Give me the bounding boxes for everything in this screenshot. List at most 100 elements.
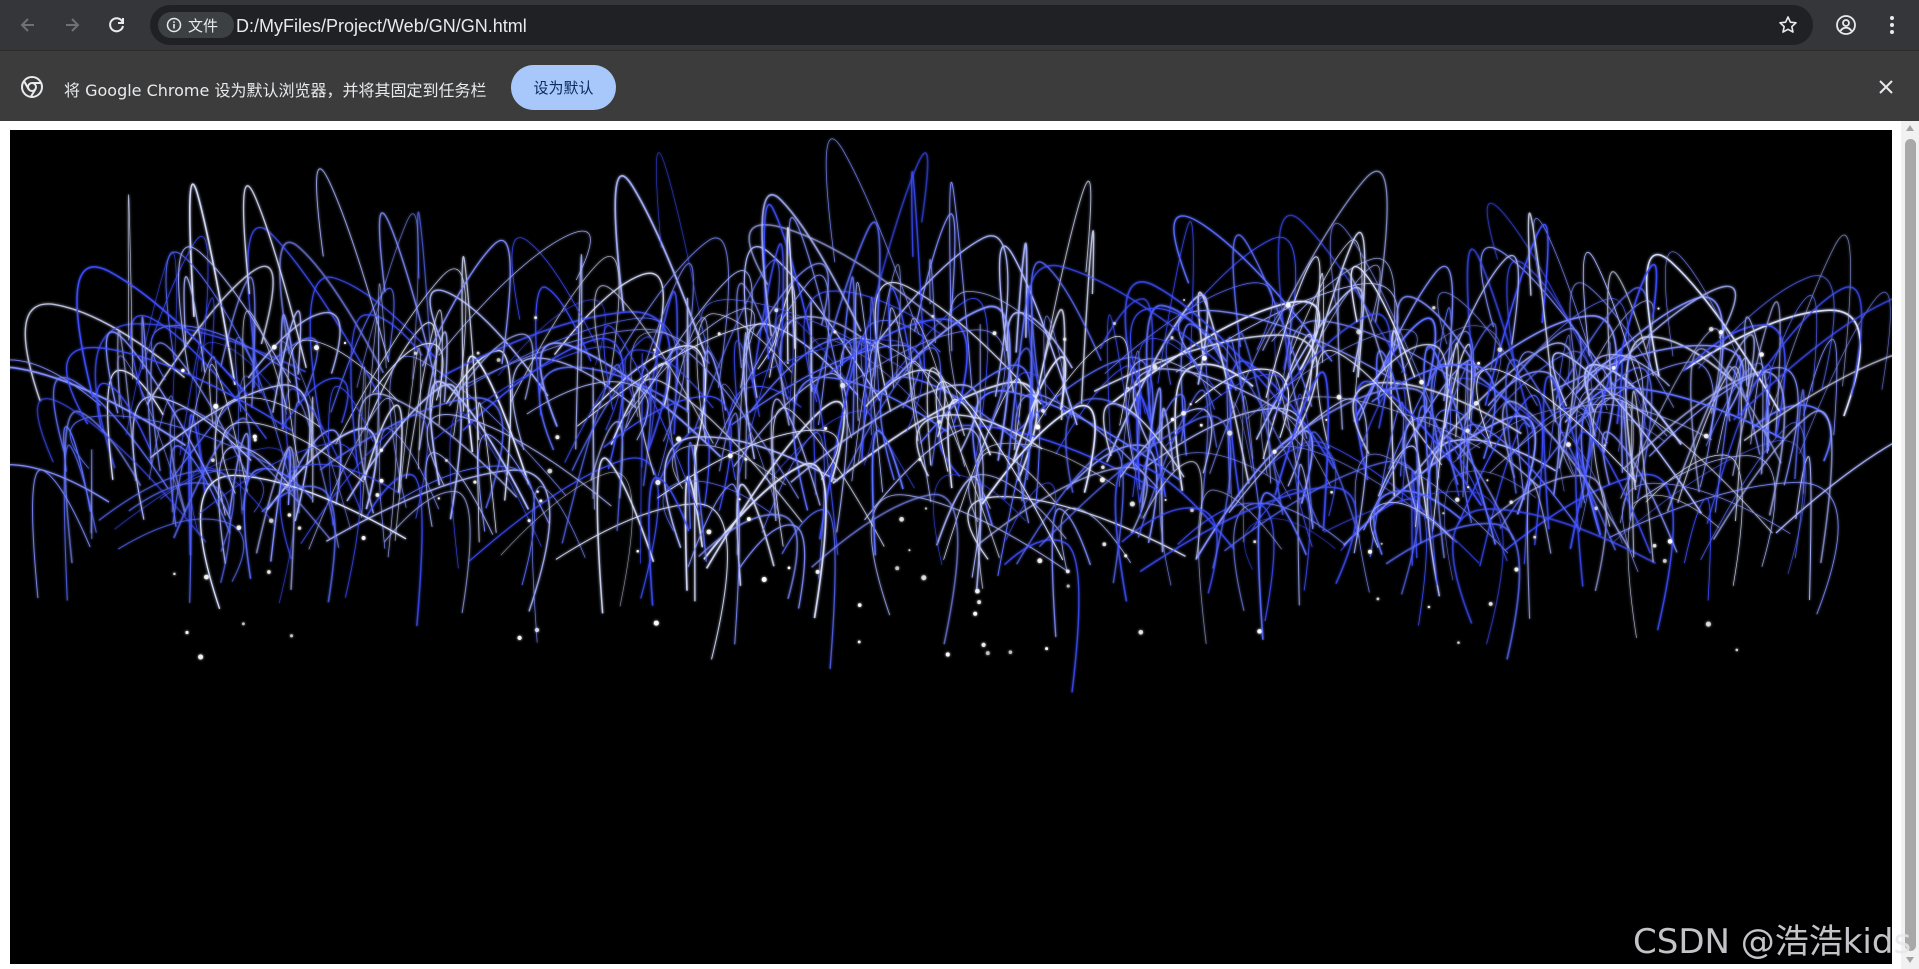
firework-spark [985,651,990,656]
firework-spark [1473,401,1479,406]
firework-streak [768,410,875,482]
firework-streak [1645,454,1743,586]
firework-spark [1367,549,1373,554]
firework-spark [727,453,733,459]
firework-spark [1603,444,1606,447]
firework-spark [1181,410,1186,416]
site-info-label: 文件 [188,16,219,35]
firework-streak [998,245,1078,426]
firework-streak [929,259,936,344]
firework-streak [1799,291,1891,454]
firework-spark [945,652,950,657]
firework-spark [1037,558,1043,564]
firework-streak [1173,215,1333,362]
firework-spark [241,622,245,626]
firework-streak [1451,508,1656,624]
firework-spark [746,517,751,522]
firework-streak [1426,325,1502,387]
firework-spark [706,529,712,535]
arrow-right-icon [66,18,80,32]
firework-spark [1488,601,1493,606]
firework-spark [1662,558,1667,563]
firework-streak [1323,490,1504,645]
firework-streak [590,421,624,499]
firework-spark [1427,605,1431,609]
scrollbar-thumb[interactable] [1905,139,1916,951]
firework-streak [1684,497,1711,601]
firework-spark [1477,361,1481,365]
firework-spark [1703,433,1709,439]
firework-streak [195,342,279,472]
menu-button[interactable] [1876,9,1908,41]
firework-spark [1170,417,1175,422]
firework-streak [252,319,256,388]
firework-spark [1735,648,1739,652]
scroll-up-arrow-icon[interactable] [1905,123,1915,133]
firework-streak [477,434,550,532]
site-info-chip[interactable]: 文件 [158,12,234,38]
firework-spark [1455,497,1460,502]
firework-streak [1611,440,1807,575]
firework-spark [271,344,277,350]
firework-spark [824,426,828,430]
firework-streak [356,213,419,388]
firework-streak [316,168,390,363]
firework-streak [24,303,186,402]
firework-spark [413,351,418,355]
firework-spark [213,403,219,409]
back-button[interactable] [12,9,44,41]
firework-spark [1376,597,1380,601]
firework-spark [1708,326,1714,332]
firework-spark [1189,403,1192,406]
firework-spark [1113,322,1116,325]
bookmark-button[interactable] [1775,12,1801,38]
firework-streak [1255,286,1365,440]
firework-spark [252,434,257,439]
firework-spark [921,575,927,581]
firework-spark [1065,569,1070,574]
profile-button[interactable] [1830,9,1862,41]
set-default-button[interactable]: 设为默认 [511,65,616,110]
default-browser-infobar: 将 Google Chrome 设为默认浏览器，并将其固定到任务栏 设为默认 [0,50,1919,121]
info-icon [166,17,182,33]
firework-spark [287,513,292,517]
firework-spark [1183,298,1186,302]
firework-streak [1226,336,1261,518]
firework-streak [936,476,982,592]
firework-spark [1152,364,1158,370]
url-text[interactable]: D:/MyFiles/Project/Web/GN/GN.html [236,16,527,37]
address-bar[interactable]: 文件 D:/MyFiles/Project/Web/GN/GN.html [150,5,1813,45]
firework-streak [394,347,422,541]
reload-button[interactable] [101,9,133,41]
firework-spark [815,569,820,574]
forward-button[interactable] [56,9,88,41]
firework-spark [1129,501,1135,507]
firework-spark [857,603,862,607]
firework-spark [937,419,942,424]
fireworks-image [10,138,1892,693]
firework-spark [1035,424,1041,430]
firework-spark [1652,543,1657,548]
firework-streak [127,194,134,380]
firework-spark [655,479,661,486]
firework-spark [1509,500,1513,504]
firework-spark [840,382,846,389]
firework-spark [676,436,682,442]
firework-streak [684,475,704,591]
firework-spark [981,642,986,647]
firework-spark [1705,621,1711,627]
firework-spark [1126,387,1130,390]
infobar-close-button[interactable] [1872,73,1900,101]
firework-streak [592,367,595,510]
vertical-scrollbar[interactable] [1901,121,1919,969]
firework-streak [1027,264,1220,416]
firework-streak [1775,443,1892,534]
firework-spark [1285,302,1291,308]
firework-spark [1138,630,1144,635]
fireworks-canvas [10,130,1892,964]
firework-spark [268,518,274,523]
star-icon [1779,16,1797,33]
firework-streak [1732,298,1892,421]
firework-spark [211,458,215,462]
firework-spark [1457,641,1460,644]
